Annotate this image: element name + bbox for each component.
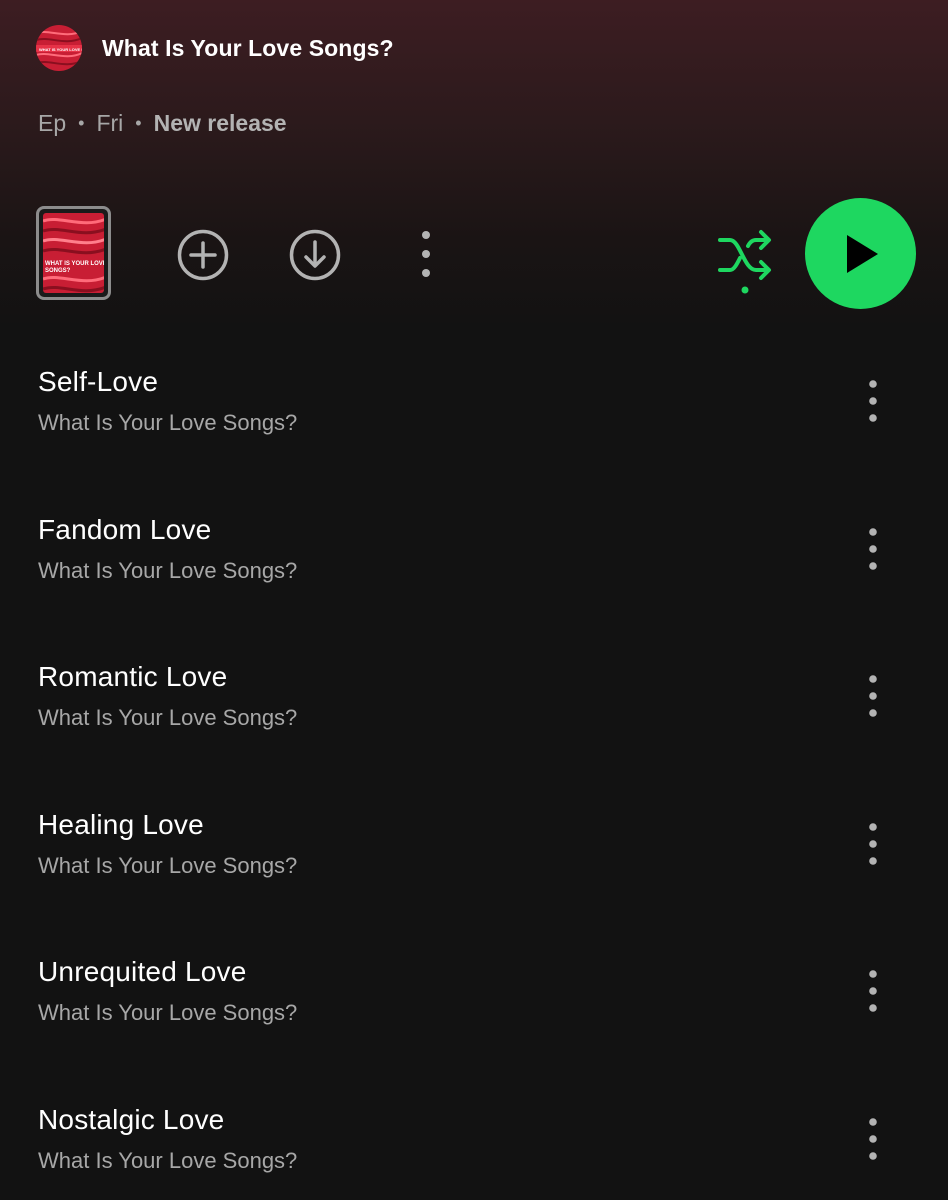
cover-lettering: WHAT IS YOUR LOVE SONGS? — [39, 47, 82, 52]
episode-meta: Ep • Fri • New release — [38, 110, 287, 137]
episode-show-name: What Is Your Love Songs? — [38, 852, 298, 878]
add-to-library-button[interactable] — [176, 228, 230, 282]
cover-art-image: WHAT IS YOUR LOVE SONGS? — [36, 25, 82, 71]
episode-show-name: What Is Your Love Songs? — [38, 1147, 298, 1173]
episode-show-name: What Is Your Love Songs? — [38, 557, 298, 583]
shuffle-icon — [718, 230, 771, 294]
thumbnail-art: WHAT IS YOUR LOVE SONGS? — [43, 213, 104, 293]
episode-row[interactable]: Romantic Love What Is Your Love Songs? — [0, 643, 948, 791]
meta-separator: • — [78, 113, 85, 133]
shuffle-button[interactable] — [716, 226, 774, 298]
thumbnail-lettering: SONGS? — [45, 268, 71, 274]
episode-title[interactable]: Nostalgic Love — [38, 1104, 224, 1136]
episode-more-button[interactable] — [858, 673, 888, 719]
thumbnail-lettering: WHAT IS YOUR LOVE — [45, 261, 104, 267]
episode-more-button[interactable] — [858, 526, 888, 572]
more-vertical-icon — [869, 970, 877, 1012]
episode-page: WHAT IS YOUR LOVE SONGS? What Is Your Lo… — [0, 0, 948, 1200]
episode-thumbnail[interactable]: WHAT IS YOUR LOVE SONGS? — [36, 206, 111, 300]
show-title[interactable]: What Is Your Love Songs? — [102, 35, 394, 62]
more-options-button[interactable] — [408, 226, 444, 282]
show-header[interactable]: WHAT IS YOUR LOVE SONGS? What Is Your Lo… — [36, 24, 394, 72]
download-button[interactable] — [288, 228, 342, 282]
play-button[interactable] — [805, 198, 916, 309]
more-vertical-icon — [869, 822, 877, 865]
episode-more-button[interactable] — [858, 821, 888, 867]
episode-more-button[interactable] — [858, 378, 888, 424]
episode-show-name: What Is Your Love Songs? — [38, 705, 298, 730]
play-icon — [846, 234, 878, 273]
episode-title[interactable]: Self-Love — [38, 366, 158, 398]
meta-type: Ep — [38, 110, 67, 136]
episode-more-button[interactable] — [858, 1116, 888, 1162]
show-cover-avatar[interactable]: WHAT IS YOUR LOVE SONGS? — [36, 25, 82, 71]
meta-day: Fri — [96, 110, 124, 136]
new-release-badge: New release — [153, 110, 287, 136]
more-vertical-icon — [869, 675, 877, 717]
episode-row[interactable]: Nostalgic Love What Is Your Love Songs? — [0, 1086, 948, 1200]
action-bar: WHAT IS YOUR LOVE SONGS? — [0, 196, 948, 312]
episode-row[interactable]: Unrequited Love What Is Your Love Songs? — [0, 938, 948, 1086]
more-vertical-icon — [422, 231, 430, 277]
more-vertical-icon — [869, 1117, 877, 1160]
add-circle-icon — [177, 229, 229, 281]
episode-row[interactable]: Self-Love What Is Your Love Songs? — [0, 348, 948, 496]
episode-title[interactable]: Healing Love — [38, 809, 204, 841]
episode-row[interactable]: Healing Love What Is Your Love Songs? — [0, 791, 948, 939]
episode-show-name: What Is Your Love Songs? — [38, 1000, 298, 1025]
episode-row[interactable]: Fandom Love What Is Your Love Songs? — [0, 496, 948, 644]
more-vertical-icon — [869, 380, 877, 422]
episode-list: Self-Love What Is Your Love Songs? Fando… — [0, 348, 948, 1200]
episode-title[interactable]: Fandom Love — [38, 514, 211, 546]
episode-title[interactable]: Unrequited Love — [38, 956, 246, 988]
download-circle-icon — [289, 229, 341, 281]
more-vertical-icon — [869, 527, 877, 570]
episode-show-name: What Is Your Love Songs? — [38, 410, 298, 435]
episode-title[interactable]: Romantic Love — [38, 661, 227, 693]
episode-more-button[interactable] — [858, 968, 888, 1014]
meta-separator: • — [135, 113, 142, 133]
